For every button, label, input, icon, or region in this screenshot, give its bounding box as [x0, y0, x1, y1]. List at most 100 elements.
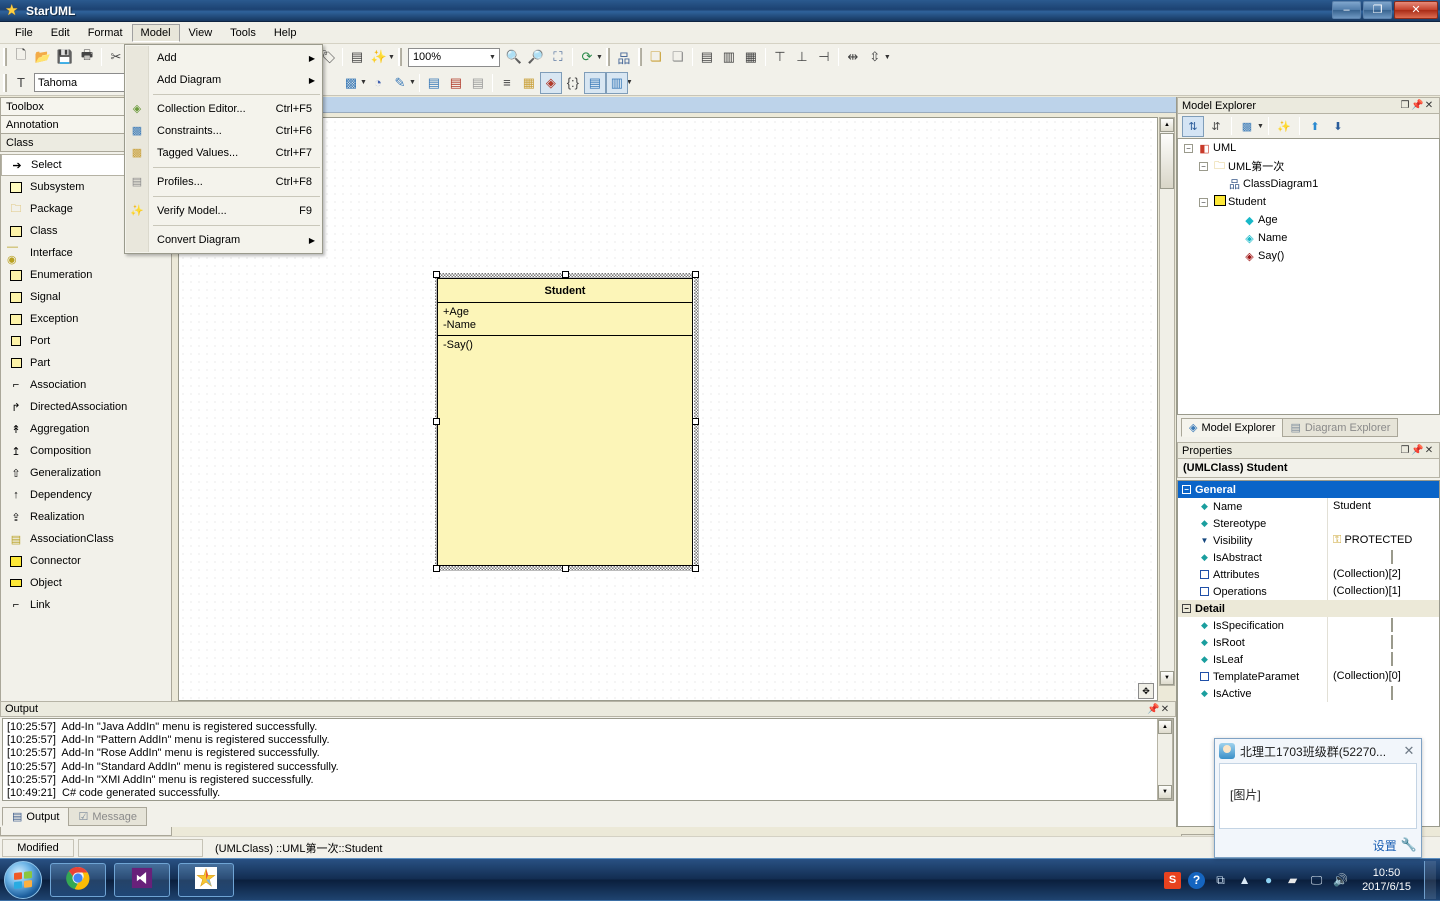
maximize-icon[interactable]: ❐: [1399, 100, 1411, 111]
resize-handle-n[interactable]: [562, 271, 569, 278]
output-log[interactable]: [10:25:57] Add-In "Java AddIn" menu is r…: [2, 718, 1174, 801]
maximize-button[interactable]: ❐: [1363, 1, 1392, 19]
tool-signal[interactable]: Signal: [1, 286, 171, 308]
property-value[interactable]: (Collection)[1]: [1327, 583, 1439, 600]
toolbar-grip[interactable]: [398, 48, 402, 66]
tree-node-student[interactable]: − Student: [1178, 193, 1439, 211]
tree-node-uml-first[interactable]: − 🗀 UML第一次: [1178, 157, 1439, 175]
resize-handle-ne[interactable]: [692, 271, 699, 278]
show-operations-icon[interactable]: ▥: [606, 72, 628, 94]
vertical-scroll-thumb[interactable]: [1160, 133, 1174, 189]
tool-part[interactable]: Part: [1, 352, 171, 374]
tree-node-say[interactable]: ◈ Say(): [1178, 247, 1439, 265]
clock[interactable]: 10:50 2017/6/15: [1356, 866, 1417, 894]
tool-directed-association[interactable]: ↱ DirectedAssociation: [1, 396, 171, 418]
property-row-attributes[interactable]: Attributes (Collection)[2]: [1178, 566, 1439, 583]
word-wrap-icon[interactable]: ≡: [496, 72, 518, 94]
canvas-vertical-scrollbar[interactable]: ▲ ▼: [1159, 117, 1175, 686]
tool-generalization[interactable]: ⇧ Generalization: [1, 462, 171, 484]
sort-by-order-icon[interactable]: ⇅: [1182, 116, 1204, 137]
zoom-in-icon[interactable]: 🔍: [503, 46, 525, 68]
checkbox[interactable]: [1391, 686, 1393, 700]
tool-composition[interactable]: ↥ Composition: [1, 440, 171, 462]
diagram-canvas[interactable]: Student +Age -Name -Say(): [178, 117, 1158, 701]
line-color-icon[interactable]: ◔: [367, 72, 389, 94]
resize-handle-e[interactable]: [692, 418, 699, 425]
menu-item-convert-diagram[interactable]: Convert Diagram ▶: [125, 229, 322, 251]
tool-aggregation[interactable]: ↟ Aggregation: [1, 418, 171, 440]
zoom-out-icon[interactable]: 🔎: [525, 46, 547, 68]
tool-connector[interactable]: Connector: [1, 550, 171, 572]
tool-object[interactable]: Object: [1, 572, 171, 594]
up-arrow-icon[interactable]: ▲: [1236, 872, 1253, 889]
canvas-pan-button[interactable]: ✥: [1138, 683, 1154, 699]
tab-model-explorer[interactable]: ◈ Model Explorer: [1181, 418, 1283, 437]
new-file-icon[interactable]: 🗋: [10, 46, 32, 68]
property-row-templateparameter[interactable]: TemplateParamet (Collection)[0]: [1178, 668, 1439, 685]
close-icon[interactable]: ✕: [1423, 100, 1435, 111]
font-color-icon[interactable]: ✎: [389, 72, 411, 94]
tab-output[interactable]: ▤ Output: [2, 807, 69, 826]
zoom-level-combo[interactable]: 100% ▼: [408, 48, 500, 67]
close-icon[interactable]: ✕: [1401, 743, 1417, 759]
show-desktop-button[interactable]: [1424, 861, 1436, 899]
tool-enumeration[interactable]: Enumeration: [1, 264, 171, 286]
move-down-icon[interactable]: ⬇: [1327, 116, 1349, 137]
scroll-up-button[interactable]: ▲: [1160, 118, 1174, 132]
print-icon[interactable]: 🖶: [76, 46, 98, 68]
property-group-detail[interactable]: − Detail: [1178, 600, 1439, 617]
property-value-wrap[interactable]: [1327, 549, 1439, 566]
distribute-vertical-icon[interactable]: ⇳: [864, 46, 886, 68]
resize-handle-s[interactable]: [562, 565, 569, 572]
pin-icon[interactable]: 📌: [1147, 704, 1159, 715]
checkbox[interactable]: [1391, 550, 1393, 564]
display-icon[interactable]: 🖵: [1308, 872, 1325, 889]
close-icon[interactable]: ✕: [1423, 445, 1435, 456]
menu-format[interactable]: Format: [79, 24, 132, 42]
tool-dependency[interactable]: ↑ Dependency: [1, 484, 171, 506]
output-vertical-scrollbar[interactable]: ▲ ▼: [1157, 719, 1173, 800]
verify-model-toolbar-icon[interactable]: ✨: [368, 46, 390, 68]
menu-item-verify-model[interactable]: ✨ Verify Model... F9: [125, 200, 322, 222]
expander-icon[interactable]: −: [1182, 485, 1191, 494]
taskbar-item-chrome[interactable]: [50, 863, 106, 897]
align-top-icon[interactable]: ⊤: [769, 46, 791, 68]
tool-exception[interactable]: Exception: [1, 308, 171, 330]
property-value[interactable]: (Collection)[2]: [1327, 566, 1439, 583]
property-row-isspecification[interactable]: ◆ IsSpecification: [1178, 617, 1439, 634]
expander-icon[interactable]: −: [1182, 604, 1191, 613]
checkbox[interactable]: [1391, 635, 1393, 649]
tab-message[interactable]: ☑ Message: [68, 807, 147, 826]
taskbar-item-staruml[interactable]: [178, 863, 234, 897]
zoom-fit-icon[interactable]: ⛶: [547, 46, 569, 68]
menu-view[interactable]: View: [180, 24, 222, 42]
chevron-down-icon[interactable]: ▼: [1257, 123, 1264, 130]
profiles-toolbar-icon[interactable]: ▤: [346, 46, 368, 68]
show-stereotype-icon[interactable]: ▤: [423, 72, 445, 94]
expander-icon[interactable]: −: [1199, 198, 1208, 207]
property-value[interactable]: [1327, 515, 1439, 532]
align-bottom-icon[interactable]: ⊥: [791, 46, 813, 68]
menu-item-tagged-values[interactable]: ▩ Tagged Values... Ctrl+F7: [125, 142, 322, 164]
tool-link[interactable]: ⌐ Link: [1, 594, 171, 616]
property-value[interactable]: (Collection)[0]: [1327, 668, 1439, 685]
maximize-icon[interactable]: ❐: [1399, 445, 1411, 456]
send-to-back-icon[interactable]: ❏: [667, 46, 689, 68]
property-value-wrap[interactable]: [1327, 617, 1439, 634]
class-diagram-icon[interactable]: 品: [613, 46, 635, 68]
save-icon[interactable]: 💾: [54, 46, 76, 68]
property-value-wrap[interactable]: [1327, 634, 1439, 651]
tree-node-classdiagram1[interactable]: 品 ClassDiagram1: [1178, 175, 1439, 193]
minimize-button[interactable]: –: [1332, 1, 1361, 19]
property-row-isleaf[interactable]: ◆ IsLeaf: [1178, 651, 1439, 668]
sort-alphabetical-icon[interactable]: ⇵: [1205, 116, 1227, 137]
toolbar-grip[interactable]: [606, 48, 610, 66]
close-button[interactable]: ✕: [1394, 1, 1438, 19]
filter-icon[interactable]: ✨: [1273, 116, 1295, 137]
scroll-down-button[interactable]: ▼: [1160, 671, 1174, 685]
resize-handle-w[interactable]: [433, 418, 440, 425]
open-file-icon[interactable]: 📂: [32, 46, 54, 68]
resize-handle-sw[interactable]: [433, 565, 440, 572]
scroll-up-button[interactable]: ▲: [1158, 720, 1172, 734]
help-icon[interactable]: ?: [1188, 872, 1205, 889]
